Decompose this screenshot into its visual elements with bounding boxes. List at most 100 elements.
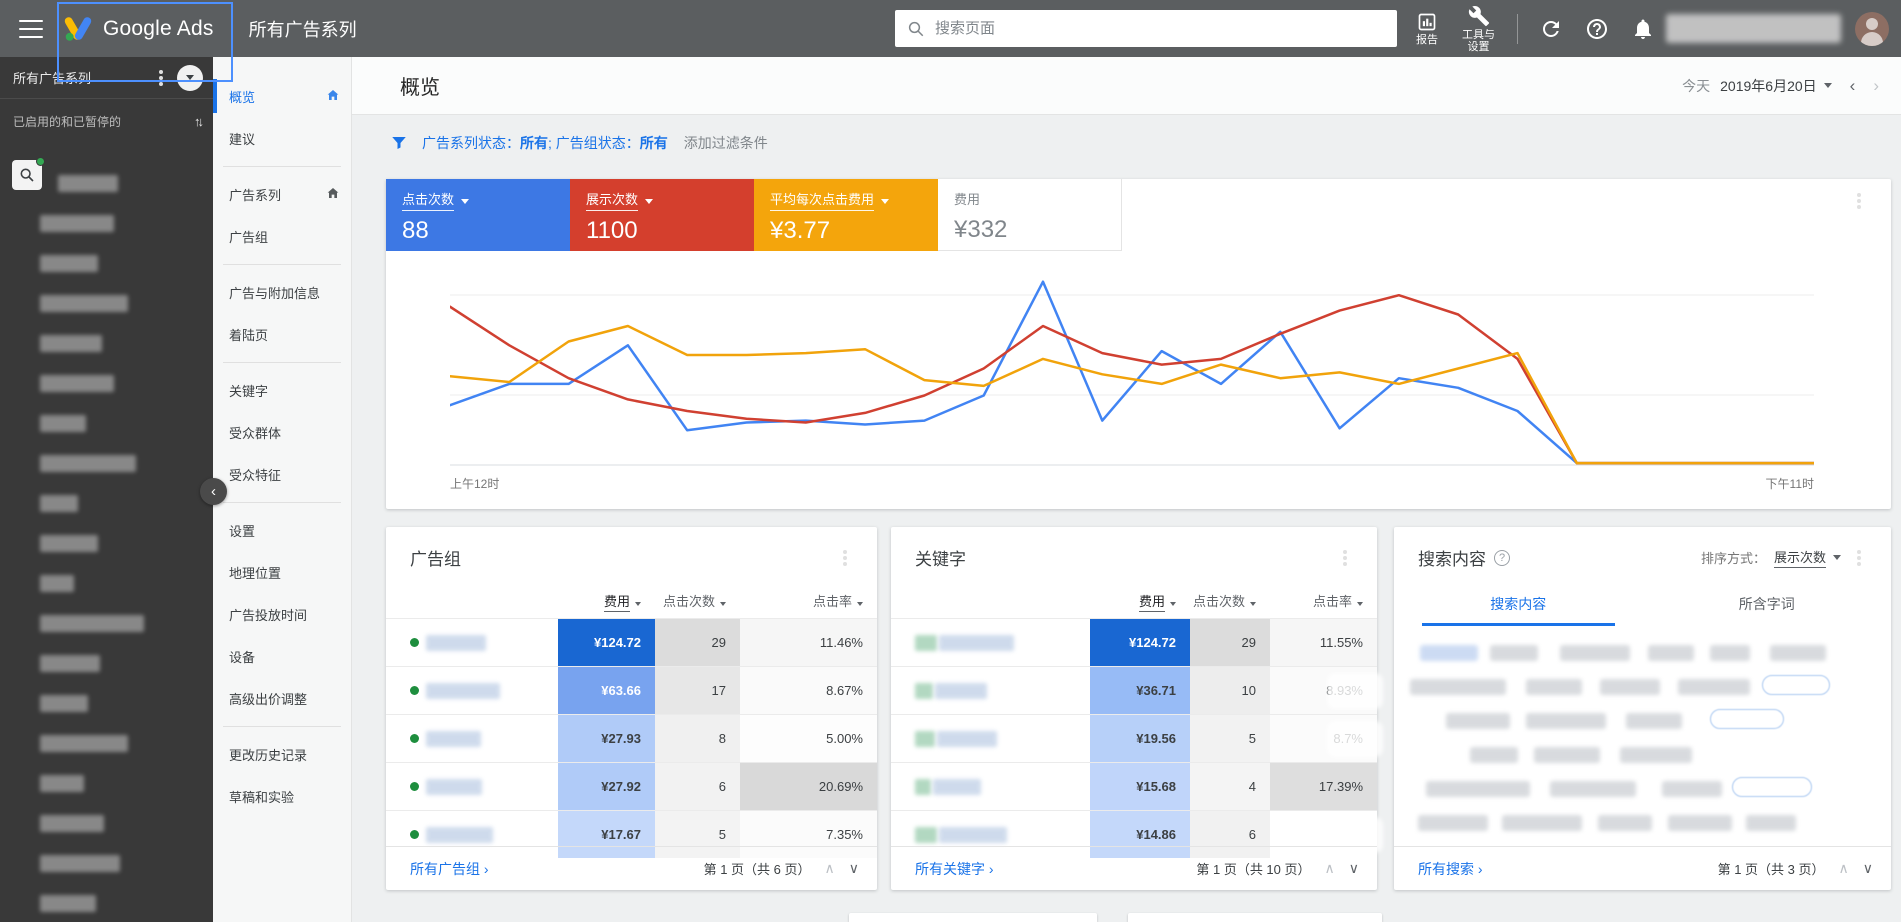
menu-icon[interactable] xyxy=(19,20,43,38)
campaign-list-item-redacted[interactable] xyxy=(40,775,84,792)
tools-settings-button[interactable]: 工具与 设置 xyxy=(1462,5,1495,53)
search-term-redacted[interactable] xyxy=(1770,645,1826,661)
help-icon[interactable] xyxy=(1585,17,1609,41)
page-up-button[interactable]: ∧ xyxy=(825,860,835,877)
add-filter-button[interactable]: 添加过滤条件 xyxy=(684,133,768,153)
nav-item[interactable]: 概览 xyxy=(213,75,351,117)
refresh-icon[interactable] xyxy=(1539,17,1563,41)
all-keywords-link[interactable]: 所有关键字 › xyxy=(915,859,1196,879)
reports-button[interactable]: 报告 xyxy=(1416,12,1438,46)
campaign-list-item-redacted[interactable] xyxy=(40,695,88,712)
nav-item[interactable]: 设备 xyxy=(213,635,351,677)
campaign-list-item-redacted[interactable] xyxy=(40,735,128,752)
all-ad-groups-link[interactable]: 所有广告组 › xyxy=(410,859,704,879)
search-term-redacted[interactable] xyxy=(1626,713,1682,729)
campaign-list-item-redacted[interactable] xyxy=(40,255,98,272)
nav-item[interactable]: 建议 xyxy=(213,117,351,159)
nav-item[interactable]: 高级出价调整 xyxy=(213,677,351,719)
campaign-list-item-redacted[interactable] xyxy=(40,615,144,632)
search-term-redacted[interactable] xyxy=(1550,781,1636,797)
search-term-redacted[interactable] xyxy=(1600,679,1660,695)
search-term-redacted[interactable] xyxy=(1678,679,1750,695)
metric-card[interactable]: 点击次数 88 xyxy=(386,179,570,251)
campaign-list-item-redacted[interactable] xyxy=(40,855,120,872)
search-term-redacted[interactable] xyxy=(1470,747,1518,763)
account-info-redacted[interactable] xyxy=(1666,14,1841,43)
table-row[interactable]: ¥124.72 29 11.55% xyxy=(891,618,1377,666)
search-term-redacted[interactable] xyxy=(1502,815,1582,831)
panel-collapse-handle[interactable]: ‹ xyxy=(200,478,227,505)
previous-period-button[interactable]: ‹ xyxy=(1850,76,1856,96)
sort-by-value[interactable]: 展示次数 xyxy=(1774,547,1826,568)
tab[interactable]: 所含字词 xyxy=(1643,584,1892,626)
card-options-icon[interactable] xyxy=(843,556,847,560)
campaign-sidebar-header[interactable]: 所有广告系列 xyxy=(0,57,213,99)
tab[interactable]: 搜索内容 xyxy=(1394,584,1643,626)
campaign-search-button[interactable] xyxy=(12,160,42,190)
nav-item[interactable]: 草稿和实验 xyxy=(213,775,351,817)
search-term-redacted[interactable] xyxy=(1598,815,1652,831)
search-term-redacted[interactable] xyxy=(1648,645,1694,661)
notifications-bell-icon[interactable] xyxy=(1631,17,1655,41)
table-row[interactable]: ¥36.71 10 8.93% xyxy=(891,666,1377,714)
campaign-list-item-redacted[interactable] xyxy=(40,815,104,832)
column-header-cost[interactable]: 费用 xyxy=(558,591,655,610)
nav-item[interactable]: 关键字 xyxy=(213,369,351,411)
campaign-list-item-redacted[interactable] xyxy=(58,175,118,192)
nav-item[interactable]: 设置 xyxy=(213,509,351,551)
search-term-redacted[interactable] xyxy=(1710,709,1784,729)
card-options-icon[interactable] xyxy=(1857,556,1861,560)
all-searches-link[interactable]: 所有搜索 › xyxy=(1418,859,1718,879)
search-term-redacted[interactable] xyxy=(1732,777,1812,797)
campaign-list-item-redacted[interactable] xyxy=(40,335,102,352)
search-term-redacted[interactable] xyxy=(1560,645,1630,661)
nav-item[interactable]: 受众群体 xyxy=(213,411,351,453)
search-term-redacted[interactable] xyxy=(1446,713,1510,729)
metric-card[interactable]: 费用 ¥332 xyxy=(938,179,1122,251)
nav-item[interactable]: 着陆页 xyxy=(213,313,351,355)
next-period-button[interactable]: › xyxy=(1873,76,1879,96)
column-header-cost[interactable]: 费用 xyxy=(1090,591,1190,610)
search-term-redacted[interactable] xyxy=(1426,781,1530,797)
nav-item[interactable]: 广告与附加信息 xyxy=(213,271,351,313)
campaign-list-item-redacted[interactable] xyxy=(40,495,78,512)
search-term-redacted[interactable] xyxy=(1418,815,1488,831)
table-row[interactable]: ¥27.93 8 5.00% xyxy=(386,714,877,762)
search-term-redacted[interactable] xyxy=(1668,815,1732,831)
page-up-button[interactable]: ∧ xyxy=(1839,860,1849,877)
nav-item[interactable]: 广告组 xyxy=(213,215,351,257)
search-term-redacted[interactable] xyxy=(1762,675,1830,695)
table-row[interactable]: ¥15.68 4 17.39% xyxy=(891,762,1377,810)
table-row[interactable]: ¥63.66 17 8.67% xyxy=(386,666,877,714)
help-icon[interactable]: ? xyxy=(1494,550,1510,566)
campaign-list-item-redacted[interactable] xyxy=(40,295,128,312)
page-search[interactable] xyxy=(895,10,1397,47)
chart-options-icon[interactable] xyxy=(1857,199,1861,203)
search-term-redacted[interactable] xyxy=(1746,815,1796,831)
nav-item[interactable]: 广告投放时间 xyxy=(213,593,351,635)
campaign-list-item-redacted[interactable] xyxy=(40,535,98,552)
campaign-list-item-redacted[interactable] xyxy=(40,375,114,392)
search-term-redacted[interactable] xyxy=(1620,747,1692,763)
search-term-redacted[interactable] xyxy=(1526,713,1606,729)
sort-icon[interactable]: ↑↓ xyxy=(194,114,201,129)
metric-card[interactable]: 平均每次点击费用 ¥3.77 xyxy=(754,179,938,251)
search-term-redacted[interactable] xyxy=(1662,781,1722,797)
avatar[interactable] xyxy=(1855,12,1889,46)
campaign-list-item-redacted[interactable] xyxy=(40,575,74,592)
campaign-list-item-redacted[interactable] xyxy=(40,215,114,232)
search-term-redacted[interactable] xyxy=(1710,645,1750,661)
campaign-state-filter[interactable]: 已启用的和已暂停的 xyxy=(13,113,194,130)
page-down-button[interactable]: ∨ xyxy=(849,860,859,877)
column-header-ctr[interactable]: 点击率 xyxy=(740,591,877,610)
search-term-redacted[interactable] xyxy=(1490,645,1538,661)
column-header-ctr[interactable]: 点击率 xyxy=(1270,591,1377,610)
nav-item[interactable]: 广告系列 xyxy=(213,173,351,215)
search-term-redacted[interactable] xyxy=(1534,747,1600,763)
nav-item[interactable]: 地理位置 xyxy=(213,551,351,593)
column-header-clicks[interactable]: 点击次数 xyxy=(1190,591,1270,610)
table-row[interactable]: ¥27.92 6 20.69% xyxy=(386,762,877,810)
table-row[interactable]: ¥19.56 5 8.7% xyxy=(891,714,1377,762)
date-range-picker[interactable]: 今天 2019年6月20日 ‹ › xyxy=(1682,76,1879,96)
metric-card[interactable]: 展示次数 1100 xyxy=(570,179,754,251)
